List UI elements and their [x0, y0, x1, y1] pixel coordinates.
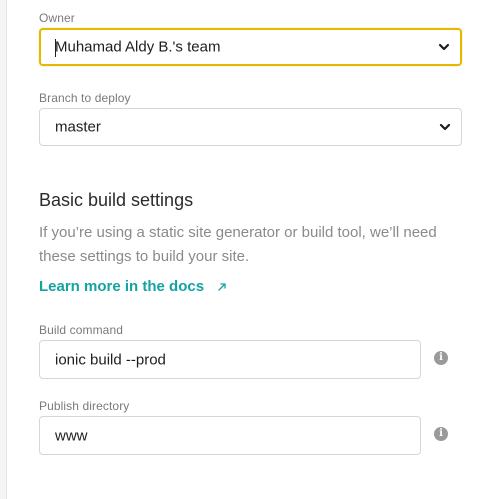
branch-label: Branch to deploy — [39, 91, 131, 105]
section-description: If you’re using a static site generator … — [39, 224, 437, 265]
chevron-down-icon — [438, 43, 450, 51]
publish-directory-value: www — [55, 427, 88, 444]
external-link-icon — [218, 282, 226, 291]
info-icon[interactable]: i — [434, 351, 448, 365]
publish-directory-label: Publish directory — [39, 399, 130, 413]
chevron-down-icon — [439, 123, 451, 131]
docs-link[interactable]: Learn more in the docs — [39, 278, 228, 295]
owner-label: Owner — [39, 11, 75, 25]
owner-select-value: Muhamad Aldy B.'s team — [55, 38, 221, 56]
owner-select[interactable]: Muhamad Aldy B.'s team — [39, 28, 462, 66]
build-command-input[interactable]: ionic build --prod — [39, 340, 421, 379]
section-title: Basic build settings — [39, 190, 194, 210]
info-icon[interactable]: i — [434, 427, 448, 441]
docs-link-label: Learn more in the docs — [39, 278, 205, 295]
branch-select-value: master — [55, 118, 101, 136]
branch-select[interactable]: master — [39, 108, 462, 146]
build-command-value: ionic build --prod — [55, 351, 166, 368]
build-command-label: Build command — [39, 323, 124, 337]
publish-directory-input[interactable]: www — [39, 416, 421, 455]
deploy-settings-panel: Owner Muhamad Aldy B.'s team Branch to d… — [6, 0, 504, 499]
